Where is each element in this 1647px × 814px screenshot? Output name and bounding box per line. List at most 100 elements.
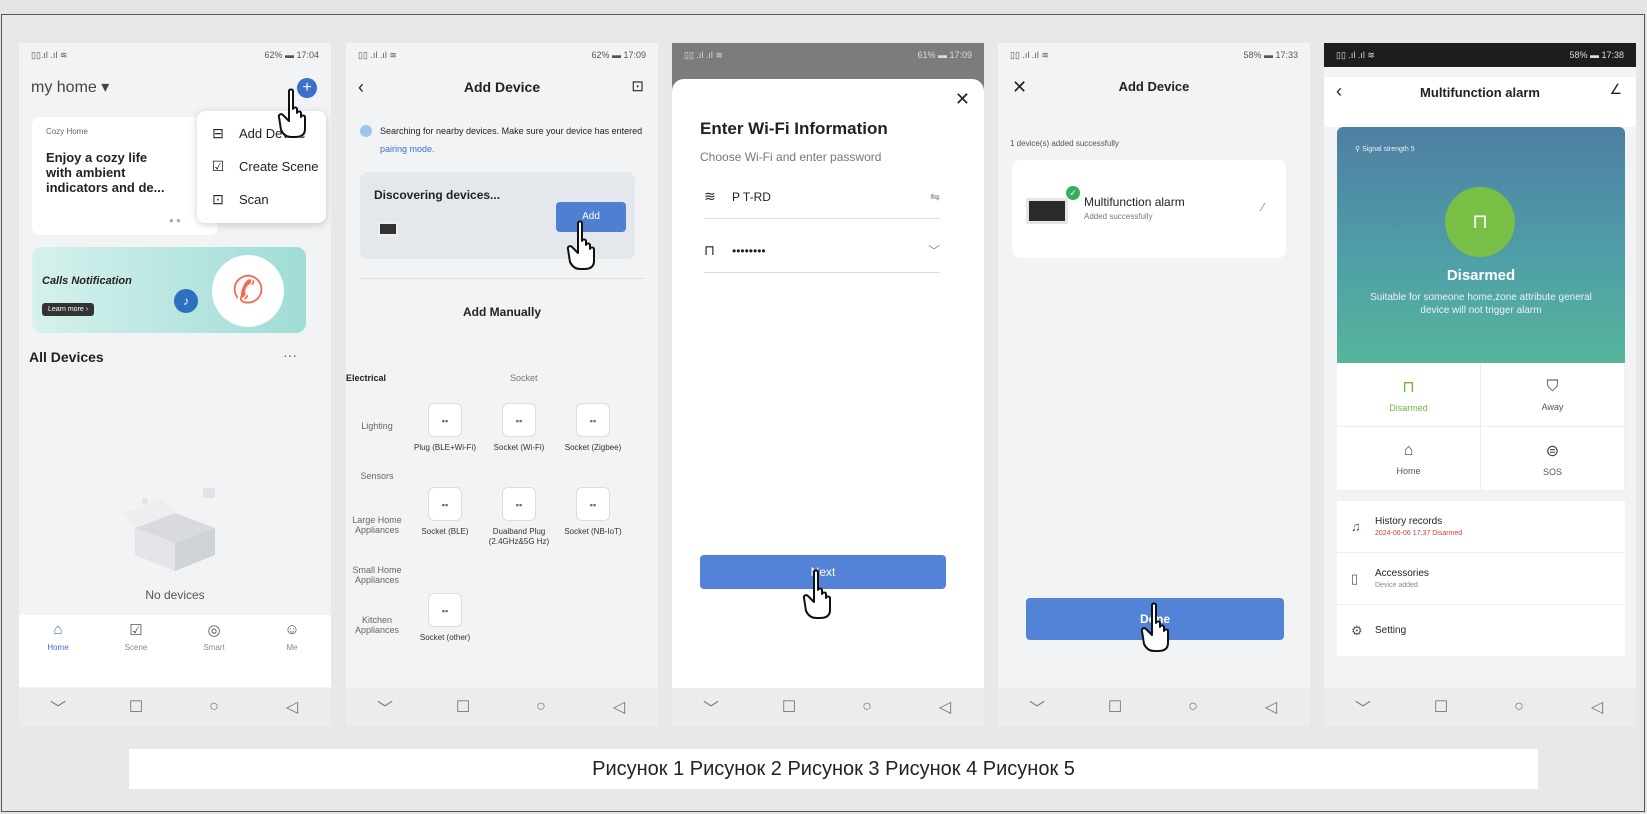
device-label: Socket (NB-IoT) [564, 527, 622, 536]
device-tile[interactable]: ▪▪ Dualband Plug (2.4GHz&5G Hz) [486, 487, 552, 547]
nav-down-icon[interactable]: ﹀ [1025, 695, 1049, 719]
nav-back-icon[interactable]: ◁ [1259, 697, 1283, 717]
android-nav-bar: ﹀ ☐ ○ ◁ [1324, 688, 1636, 726]
close-icon[interactable]: ✕ [955, 89, 970, 110]
nav-square-icon[interactable]: ☐ [777, 697, 801, 717]
mode-away[interactable]: ⛉ Away [1481, 363, 1625, 427]
item-subtitle: 2024-06-06 17:37 Disarmed [1375, 530, 1463, 537]
android-nav-bar: ﹀ ☐ ○ ◁ [19, 688, 331, 726]
calls-title: Calls Notification [42, 275, 132, 287]
setting-item[interactable]: ⚙ Setting [1337, 605, 1625, 657]
socket-icon: ▪▪ [576, 487, 610, 521]
wifi-heading: Enter Wi-Fi Information [700, 119, 888, 138]
tab-label: Home [47, 643, 69, 652]
menu-scan[interactable]: ⊡ Scan [197, 183, 326, 216]
banner-text: Enjoy a cozy life with ambient indicator… [46, 150, 165, 195]
nav-down-icon[interactable]: ﹀ [699, 695, 723, 719]
learn-more-button[interactable]: Learn more › [42, 303, 95, 316]
no-devices-text: No devices [145, 588, 205, 602]
nav-circle-icon[interactable]: ○ [855, 698, 879, 716]
history-records-item[interactable]: ♫ History records 2024-06-06 17:37 Disarme… [1337, 501, 1625, 553]
tab-me[interactable]: ☺ Me [267, 621, 317, 687]
smart-icon: ◎ [207, 622, 221, 639]
add-manually-heading: Add Manually [462, 305, 541, 319]
category-kitchen-appliances[interactable]: Kitchen Appliances [346, 615, 408, 635]
mode-grid: ⊓ Disarmed ⛉ Away ⌂ Home ⊜ SOS [1337, 363, 1625, 491]
nav-back-icon[interactable]: ◁ [607, 697, 631, 717]
device-tile[interactable]: ▪▪ Socket (BLE) [412, 487, 478, 537]
password-field[interactable]: ⊓ •••••••• ﹀ [704, 229, 940, 273]
nav-square-icon[interactable]: ☐ [451, 697, 475, 717]
nav-square-icon[interactable]: ☐ [1429, 697, 1453, 717]
nav-down-icon[interactable]: ﹀ [373, 695, 397, 719]
device-tile[interactable]: ▪▪ Socket (Wi-Fi) [486, 403, 552, 453]
nav-square-icon[interactable]: ☐ [1103, 697, 1127, 717]
device-tile[interactable]: ▪▪ Socket (other) [412, 593, 478, 643]
status-signal: ▯▯ .ıl .ıl ≋ [684, 49, 723, 60]
nav-circle-icon[interactable]: ○ [1507, 698, 1531, 716]
nav-circle-icon[interactable]: ○ [529, 698, 553, 716]
added-device-card[interactable]: ✓ Multifunction alarm Added successfully… [1012, 160, 1286, 258]
nav-back-icon[interactable]: ◁ [1585, 697, 1609, 717]
nav-circle-icon[interactable]: ○ [202, 698, 226, 716]
nav-back-icon[interactable]: ◁ [280, 697, 304, 717]
socket-icon: ▪▪ [576, 403, 610, 437]
nav-square-icon[interactable]: ☐ [124, 697, 148, 717]
accessories-item[interactable]: ▯ Accessories Device added [1337, 553, 1625, 605]
nav-down-icon[interactable]: ﹀ [1351, 695, 1375, 719]
status-battery-time: 58% ▬ 17:38 [1569, 50, 1624, 60]
category-large-home-appliances[interactable]: Large Home Appliances [346, 515, 408, 535]
menu-label: Create Scene [239, 159, 319, 174]
category-lighting[interactable]: Lighting [346, 421, 408, 431]
pairing-mode-link[interactable]: pairing mode. [380, 144, 435, 154]
lock-icon: ⊓ [704, 242, 715, 258]
nav-circle-icon[interactable]: ○ [1181, 698, 1205, 716]
page-title: Add Device [463, 79, 541, 95]
mode-home[interactable]: ⌂ Home [1337, 427, 1481, 491]
wifi-subheading: Choose Wi-Fi and enter password [700, 150, 882, 164]
switch-network-icon[interactable]: ⇋ [930, 190, 940, 204]
menu-create-scene[interactable]: ☑ Create Scene [197, 150, 326, 183]
android-nav-bar: ﹀ ☐ ○ ◁ [998, 688, 1310, 726]
category-electrical[interactable]: Electrical [346, 373, 386, 383]
mode-disarmed[interactable]: ⊓ Disarmed [1337, 363, 1481, 427]
unlock-icon[interactable]: ⊓ [1445, 187, 1515, 257]
cozy-home-banner[interactable]: Cozy Home Enjoy a cozy life with ambient… [32, 117, 218, 235]
signal-strength: ⚲ Signal strength 5 [1355, 146, 1415, 153]
device-label: Socket (other) [419, 633, 471, 642]
accessories-icon: ▯ [1351, 570, 1359, 586]
carousel-dots: ● ● [169, 216, 181, 225]
screen-home: ▯▯.ıl .ıl ≋ 62% ▬ 17:04 my home ▾ + Cozy … [19, 43, 331, 726]
show-password-icon[interactable]: ﹀ [928, 242, 940, 259]
device-tile[interactable]: ▪▪ Socket (NB-IoT) [560, 487, 626, 537]
screen-device-added: ▯▯ .ıl .ıl ≋ 58% ▬ 17:33 ✕ Add Device 1 d… [998, 43, 1310, 726]
calls-notification-banner[interactable]: Calls Notification Learn more › ♪ ✆ [32, 247, 306, 333]
searching-spinner-icon [360, 125, 372, 137]
tab-home[interactable]: ⌂ Home [33, 621, 83, 687]
alarm-state: Disarmed [1446, 267, 1516, 284]
category-small-home-appliances[interactable]: Small Home Appliances [346, 565, 408, 585]
mode-sos[interactable]: ⊜ SOS [1481, 427, 1625, 491]
status-signal: ▯▯ .ıl .ıl ≋ [358, 49, 397, 60]
status-bar: ▯▯ .ıl .ıl ≋ 62% ▬ 17:09 [346, 43, 658, 67]
edit-icon[interactable]: ∠ [1609, 81, 1622, 98]
menu-label: Scan [239, 192, 269, 207]
android-nav-bar: ﹀ ☐ ○ ◁ [672, 688, 984, 726]
home-selector[interactable]: my home ▾ [31, 77, 109, 97]
tab-smart[interactable]: ◎ Smart [189, 621, 239, 687]
status-battery-time: 58% ▬ 17:33 [1243, 50, 1298, 60]
tab-scene[interactable]: ☑ Scene [111, 621, 161, 687]
nav-down-icon[interactable]: ﹀ [46, 695, 70, 719]
wifi-network-field[interactable]: ≋ P T-RD ⇋ [704, 175, 940, 219]
added-count: 1 device(s) added successfully [1010, 139, 1119, 148]
device-tile[interactable]: ▪▪ Socket (Zigbee) [560, 403, 626, 453]
category-sensors[interactable]: Sensors [346, 471, 408, 481]
bottom-tab-bar: ⌂ Home ☑ Scene ◎ Smart ☺ Me [19, 615, 331, 687]
scan-icon[interactable]: ⊡ [631, 77, 644, 95]
nav-back-icon[interactable]: ◁ [933, 697, 957, 717]
edit-icon[interactable]: ∕ [1262, 200, 1264, 214]
more-icon[interactable]: ··· [283, 347, 297, 363]
mode-label: SOS [1542, 466, 1562, 477]
device-tile[interactable]: ▪▪ Plug (BLE+Wi-Fi) [412, 403, 478, 453]
discovering-label: Discovering devices... [374, 188, 501, 202]
